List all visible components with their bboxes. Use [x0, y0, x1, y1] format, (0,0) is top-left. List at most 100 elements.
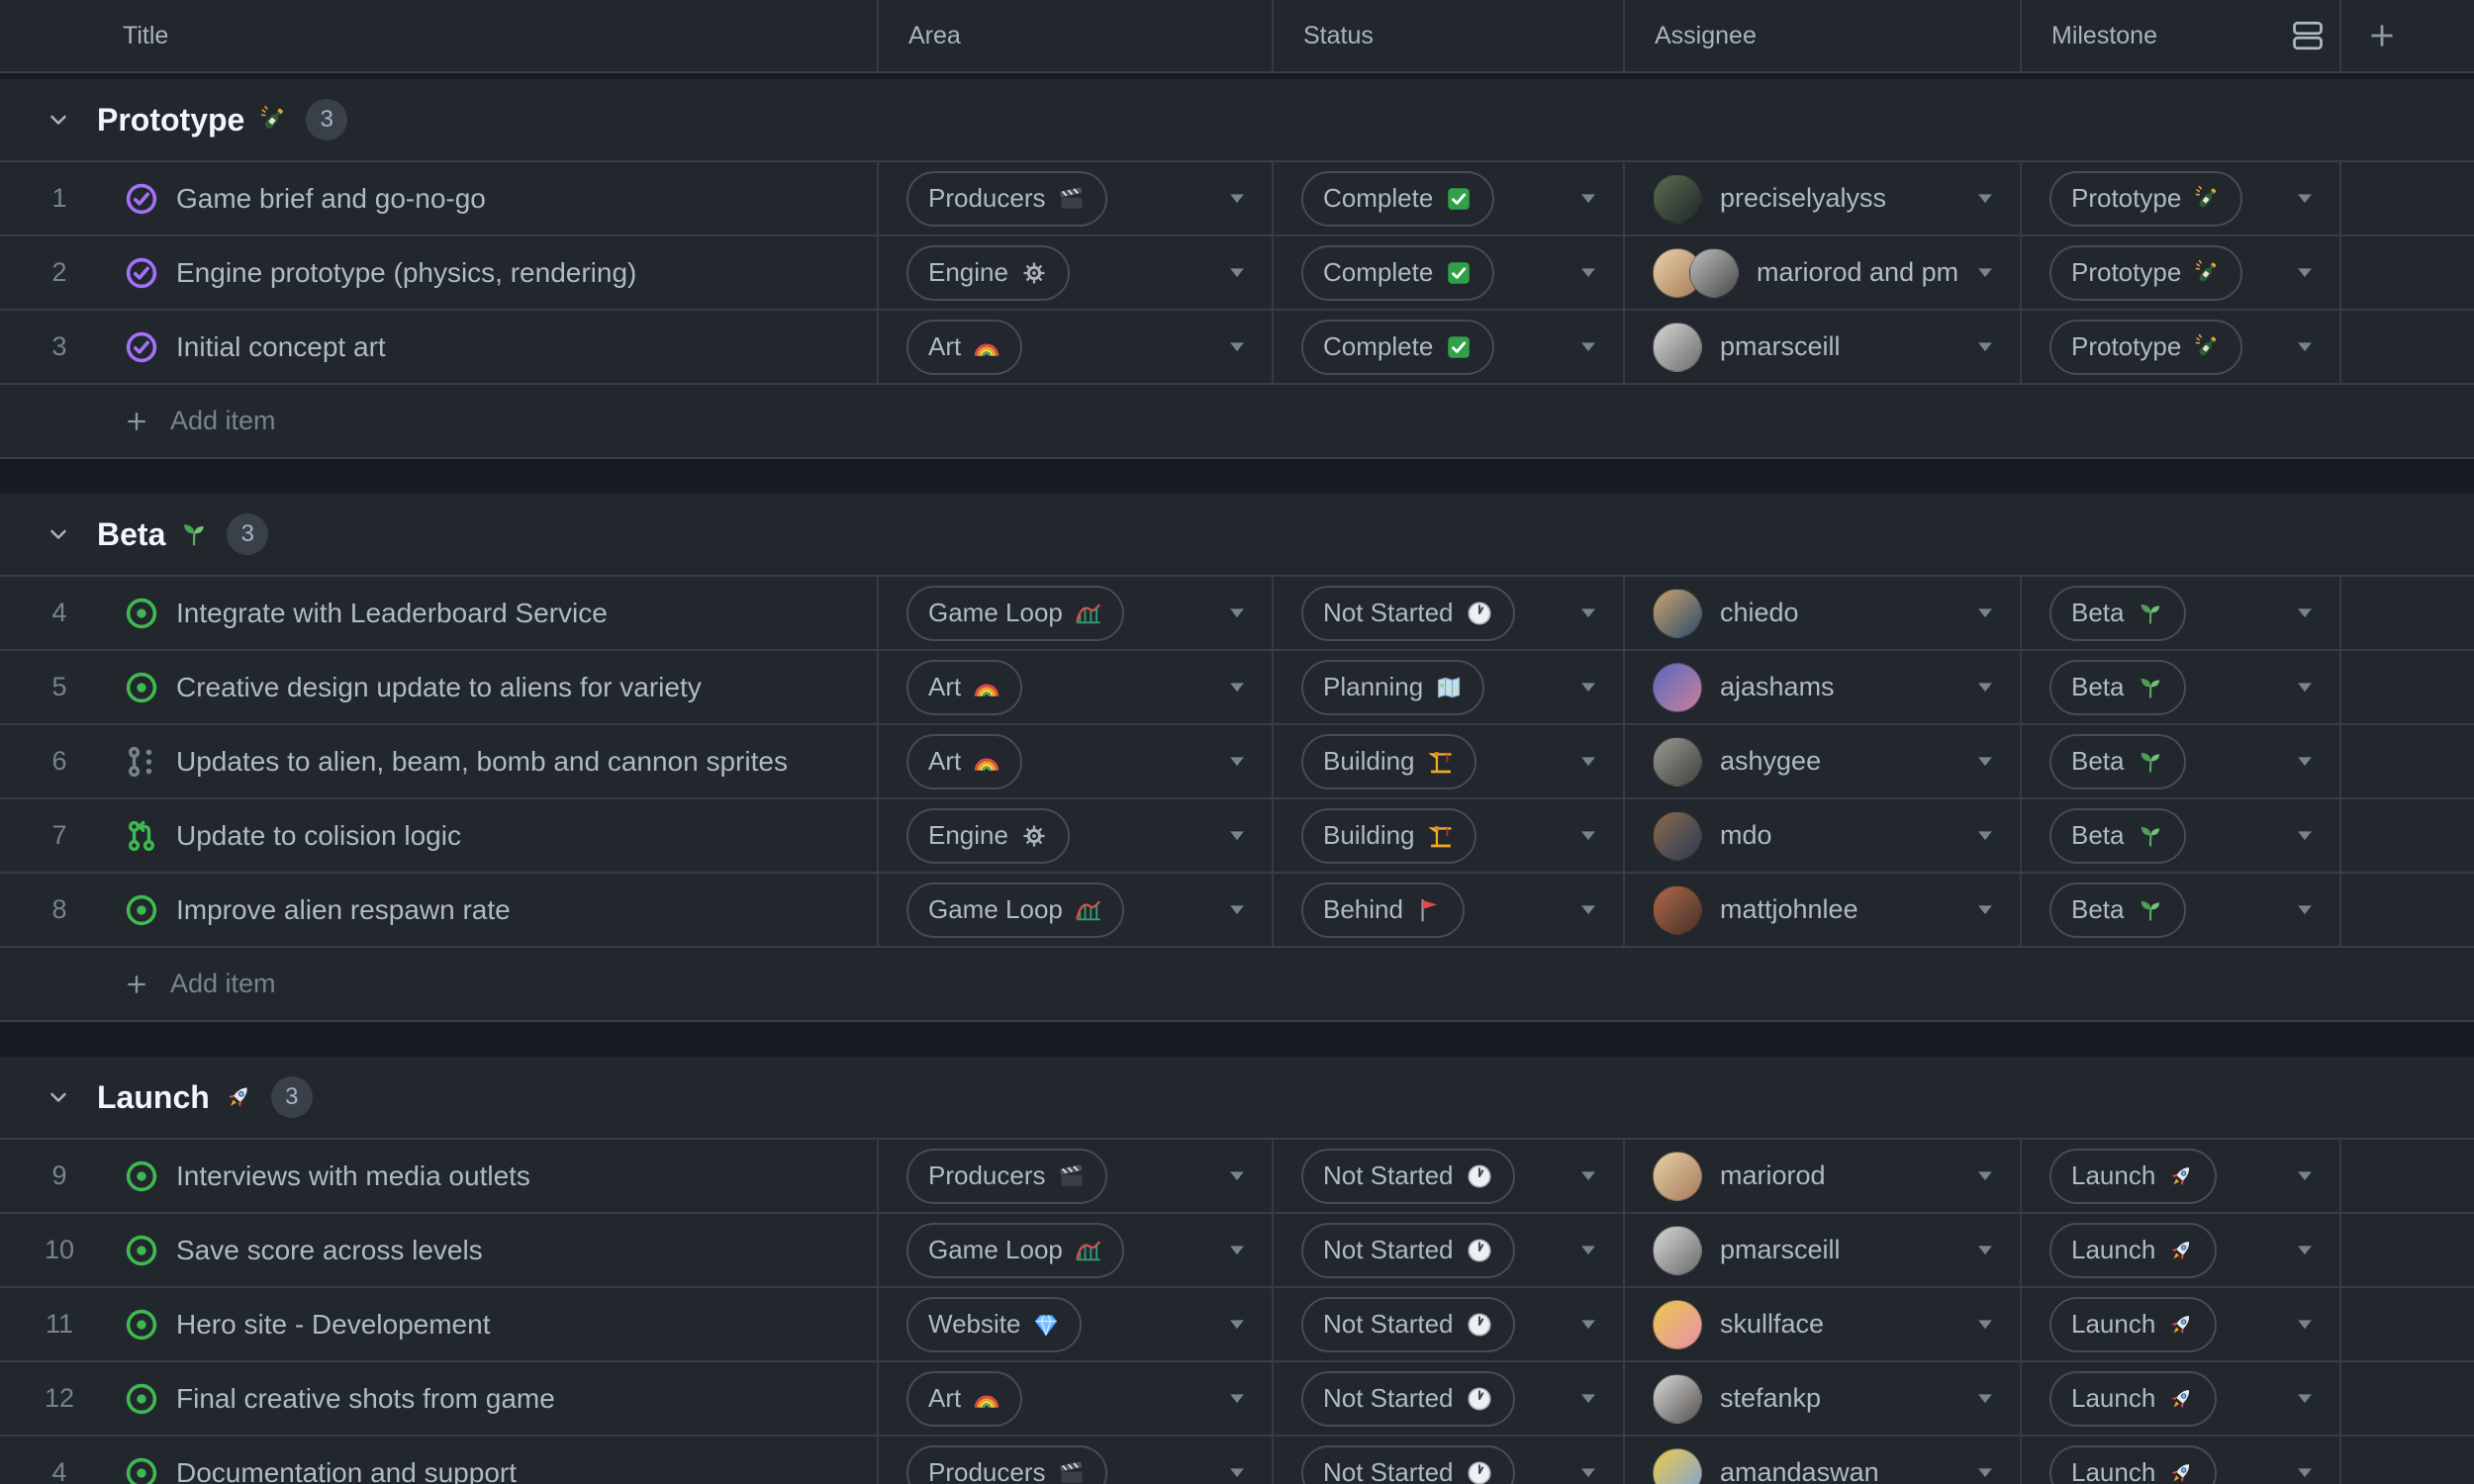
milestone-cell[interactable]: Launch	[2022, 1140, 2341, 1212]
status-cell[interactable]: Not Started	[1274, 577, 1625, 649]
plus-icon[interactable]	[2365, 19, 2399, 52]
milestone-cell[interactable]: Launch	[2022, 1362, 2341, 1435]
rows-icon[interactable]	[2290, 18, 2326, 53]
milestone-cell[interactable]: Prototype	[2022, 162, 2341, 234]
title-cell[interactable]: 4 Integrate with Leaderboard Service	[0, 577, 879, 649]
milestone-cell[interactable]: Launch	[2022, 1214, 2341, 1286]
status-cell[interactable]: Planning	[1274, 651, 1625, 723]
status-cell[interactable]: Behind	[1274, 874, 1625, 946]
status-cell[interactable]: Not Started	[1274, 1140, 1625, 1212]
row-number: 9	[51, 1160, 67, 1190]
assignee-cell[interactable]: mariorod	[1625, 1140, 2022, 1212]
assignee-cell[interactable]: pmarsceill	[1625, 311, 2022, 383]
issue-open-icon	[125, 1382, 158, 1416]
area-cell[interactable]: Art	[879, 651, 1274, 723]
area-cell[interactable]: Producers	[879, 162, 1274, 234]
title-cell[interactable]: 10 Save score across levels	[0, 1214, 879, 1286]
title-cell[interactable]: 9 Interviews with media outlets	[0, 1140, 879, 1212]
caret-down-icon	[1577, 825, 1599, 847]
caret-down-icon	[1974, 751, 1996, 773]
status-cell[interactable]: Not Started	[1274, 1437, 1625, 1484]
column-header-status[interactable]: Status	[1274, 0, 1625, 71]
assignee-cell[interactable]: ashygee	[1625, 725, 2022, 797]
group-gap	[0, 1022, 2474, 1057]
title-cell[interactable]: 8 Improve alien respawn rate	[0, 874, 879, 946]
title-cell[interactable]: 12 Final creative shots from game	[0, 1362, 879, 1435]
title-cell[interactable]: 3 Initial concept art	[0, 311, 879, 383]
assignee-cell[interactable]: chiedo	[1625, 577, 2022, 649]
milestone-cell[interactable]: Beta	[2022, 651, 2341, 723]
title-cell[interactable]: 5 Creative design update to aliens for va…	[0, 651, 879, 723]
area-cell[interactable]: Art	[879, 311, 1274, 383]
area-cell[interactable]: Art	[879, 725, 1274, 797]
group-title: Beta	[97, 515, 166, 552]
column-header-add-field[interactable]	[2341, 0, 2474, 71]
milestone-cell[interactable]: Launch	[2022, 1288, 2341, 1360]
area-pill-label: Game Loop	[928, 1235, 1063, 1264]
group-gap	[0, 459, 2474, 494]
area-pill-label: Engine	[928, 257, 1008, 287]
area-cell[interactable]: Game Loop	[879, 577, 1274, 649]
area-cell[interactable]: Game Loop	[879, 874, 1274, 946]
chevron-down-icon[interactable]	[46, 1084, 71, 1110]
assignee-cell[interactable]: amandaswan	[1625, 1437, 2022, 1484]
milestone-cell[interactable]: Beta	[2022, 577, 2341, 649]
avatar	[1653, 1225, 1702, 1275]
crane-icon	[1427, 748, 1455, 776]
status-cell[interactable]: Not Started	[1274, 1214, 1625, 1286]
assignee-value: skullface	[1653, 1299, 1824, 1349]
column-header-milestone[interactable]: Milestone	[2022, 0, 2341, 71]
assignee-cell[interactable]: ajashams	[1625, 651, 2022, 723]
chevron-down-icon[interactable]	[46, 107, 71, 133]
status-cell[interactable]: Building	[1274, 725, 1625, 797]
assignee-cell[interactable]: mattjohnlee	[1625, 874, 2022, 946]
add-item-button[interactable]: Add item	[0, 385, 2474, 459]
milestone-pill-label: Launch	[2071, 1457, 2156, 1484]
assignee-cell[interactable]: mdo	[1625, 799, 2022, 872]
title-cell[interactable]: 4 Documentation and support	[0, 1437, 879, 1484]
title-cell[interactable]: 11 Hero site - Developement	[0, 1288, 879, 1360]
assignee-cell[interactable]: mariorod and pm	[1625, 236, 2022, 309]
area-cell[interactable]: Art	[879, 1362, 1274, 1435]
caret-down-icon	[1974, 1462, 1996, 1484]
milestone-cell[interactable]: Launch	[2022, 1437, 2341, 1484]
assignee-cell[interactable]: stefankp	[1625, 1362, 2022, 1435]
status-cell[interactable]: Not Started	[1274, 1288, 1625, 1360]
title-cell[interactable]: 1 Game brief and go-no-go	[0, 162, 879, 234]
title-cell[interactable]: 6 Updates to alien, beam, bomb and cannon…	[0, 725, 879, 797]
title-cell[interactable]: 7 Update to colision logic	[0, 799, 879, 872]
assignee-cell[interactable]: preciselyalyss	[1625, 162, 2022, 234]
area-cell[interactable]: Game Loop	[879, 1214, 1274, 1286]
status-cell[interactable]: Building	[1274, 799, 1625, 872]
area-cell[interactable]: Engine	[879, 236, 1274, 309]
milestone-cell[interactable]: Beta	[2022, 874, 2341, 946]
status-cell[interactable]: Complete	[1274, 162, 1625, 234]
caret-down-icon	[1974, 1240, 1996, 1261]
column-header-area[interactable]: Area	[879, 0, 1274, 71]
column-header-assignee[interactable]: Assignee	[1625, 0, 2022, 71]
assignee-cell[interactable]: skullface	[1625, 1288, 2022, 1360]
title-cell[interactable]: 2 Engine prototype (physics, rendering)	[0, 236, 879, 309]
status-pill: Building	[1301, 807, 1476, 864]
status-cell[interactable]: Not Started	[1274, 1362, 1625, 1435]
milestone-pill-label: Beta	[2071, 746, 2125, 776]
milestone-cell[interactable]: Prototype	[2022, 236, 2341, 309]
plus-icon	[123, 971, 150, 998]
milestone-cell[interactable]: Beta	[2022, 799, 2341, 872]
status-cell[interactable]: Complete	[1274, 311, 1625, 383]
caret-down-icon	[1577, 603, 1599, 624]
area-cell[interactable]: Engine	[879, 799, 1274, 872]
column-header-title[interactable]: Title	[0, 0, 879, 71]
champagne-icon	[2193, 333, 2221, 361]
milestone-cell[interactable]: Beta	[2022, 725, 2341, 797]
status-cell[interactable]: Complete	[1274, 236, 1625, 309]
area-cell[interactable]: Website	[879, 1288, 1274, 1360]
area-cell[interactable]: Producers	[879, 1140, 1274, 1212]
area-cell[interactable]: Producers	[879, 1437, 1274, 1484]
milestone-cell[interactable]: Prototype	[2022, 311, 2341, 383]
avatar-stack	[1653, 810, 1702, 861]
avatar	[1653, 662, 1702, 712]
assignee-cell[interactable]: pmarsceill	[1625, 1214, 2022, 1286]
chevron-down-icon[interactable]	[46, 521, 71, 547]
add-item-button[interactable]: Add item	[0, 948, 2474, 1022]
